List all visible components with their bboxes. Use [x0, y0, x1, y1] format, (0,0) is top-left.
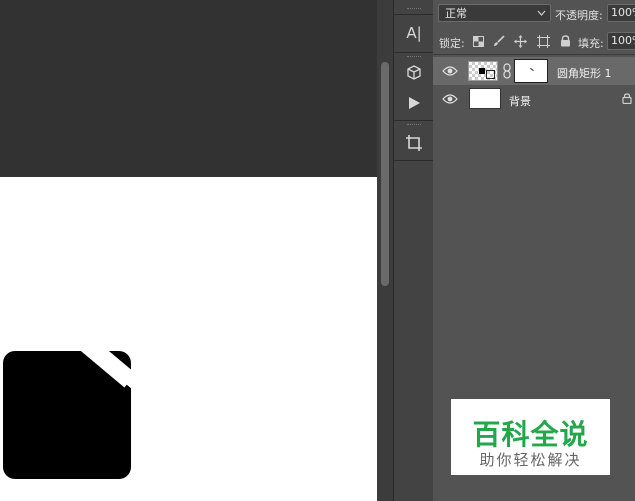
lock-transparent-pixels-button[interactable] — [471, 34, 485, 48]
lock-options-row: 锁定: 填充: 100 — [433, 28, 635, 54]
chevron-down-icon — [537, 10, 546, 16]
mask-mark — [530, 67, 534, 72]
crop-tool-button[interactable] — [396, 130, 432, 156]
lock-icon — [622, 93, 632, 104]
move-icon — [513, 34, 527, 48]
tool-divider — [394, 120, 434, 121]
panel-grip[interactable] — [407, 124, 421, 127]
panel-grip[interactable] — [407, 8, 421, 11]
watermark-subtitle: 助你轻松解决 — [479, 451, 582, 469]
artboard-icon — [536, 34, 550, 48]
panel-tool-strip: A| — [393, 0, 435, 501]
type-tool-button[interactable]: A| — [396, 20, 432, 46]
vector-mask-thumbnail[interactable] — [514, 59, 548, 83]
vector-shape-badge-icon — [486, 70, 495, 79]
panel-divider — [433, 54, 635, 55]
tool-divider — [394, 52, 434, 53]
blend-mode-value: 正常 — [445, 7, 467, 20]
brush-icon — [494, 35, 505, 46]
fill-field[interactable]: 100% — [607, 32, 635, 50]
lock-position-button[interactable] — [513, 34, 527, 48]
layer-name[interactable]: 圆角矩形 1 — [557, 65, 612, 81]
blend-mode-select[interactable]: 正常 — [438, 4, 551, 22]
tool-divider — [394, 160, 434, 161]
layer-thumbnail[interactable] — [468, 61, 498, 81]
type-vertical-icon: A| — [406, 24, 422, 42]
layer-name[interactable]: 背景 — [509, 93, 531, 109]
layer-row-background[interactable]: 背景 — [433, 85, 635, 113]
3d-tool-button[interactable] — [396, 60, 432, 86]
watermark-title: 百科全说 — [472, 418, 589, 451]
shape-thumbnail-mark — [479, 68, 485, 74]
checkerboard-icon — [472, 35, 484, 47]
opacity-field[interactable]: 100% — [607, 4, 635, 22]
watermark-logo: 百科全说 助你轻松解决 — [451, 399, 610, 475]
tool-divider — [394, 14, 434, 15]
lock-icon — [560, 35, 570, 47]
eye-icon[interactable] — [442, 65, 458, 77]
panel-grip[interactable] — [407, 56, 421, 59]
canvas-vertical-scrollbar[interactable] — [377, 0, 393, 501]
layer-options-row: 正常 不透明度: 100% — [433, 0, 635, 28]
crop-icon — [406, 135, 422, 151]
play-icon — [409, 97, 420, 109]
fill-label: 填充: — [578, 37, 604, 50]
pasteboard — [0, 0, 377, 177]
scrollbar-thumb[interactable] — [381, 62, 389, 286]
layer-thumbnail[interactable] — [469, 88, 501, 109]
play-action-button[interactable] — [396, 90, 432, 116]
lock-all-button[interactable] — [558, 34, 572, 48]
layer-row-rounded-rectangle[interactable]: 圆角矩形 1 — [433, 57, 635, 85]
document-canvas-area[interactable] — [0, 0, 377, 501]
lock-image-pixels-button[interactable] — [492, 34, 506, 48]
3d-cube-icon — [407, 65, 421, 80]
link-chain-icon[interactable] — [502, 63, 512, 79]
opacity-label: 不透明度: — [555, 9, 603, 22]
lock-label: 锁定: — [439, 37, 465, 50]
rounded-rectangle-shape[interactable] — [3, 351, 131, 479]
eye-icon[interactable] — [442, 93, 458, 105]
lock-artboard-button[interactable] — [536, 34, 550, 48]
